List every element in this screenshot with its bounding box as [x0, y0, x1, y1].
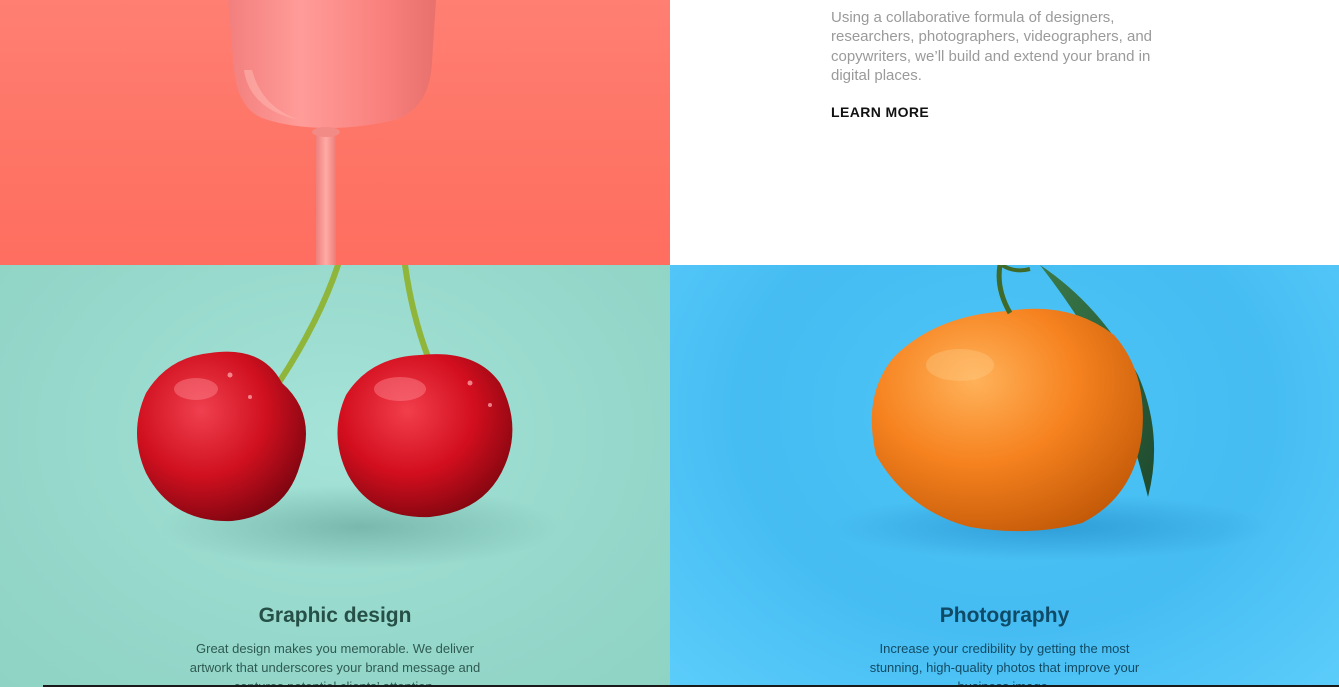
service-description: Increase your credibility by getting the…: [869, 641, 1140, 687]
service-title: Photography: [939, 604, 1070, 627]
intro-paragraph: Using a collaborative formula of designe…: [831, 9, 1153, 84]
service-caption: Graphic design Great design makes you me…: [0, 604, 670, 687]
service-title: Graphic design: [258, 604, 412, 627]
learn-more-link[interactable]: LEARN MORE: [831, 104, 929, 120]
pink-glass-illustration: [228, 0, 436, 265]
service-card-graphic-design[interactable]: Graphic design Great design makes you me…: [0, 265, 670, 687]
service-caption: Photography Increase your credibility by…: [670, 604, 1339, 687]
service-description: Great design makes you memorable. We del…: [189, 641, 481, 687]
service-card-photography[interactable]: Photography Increase your credibility by…: [670, 265, 1339, 687]
pink-glass-image: [0, 0, 670, 265]
intro-section: Using a collaborative formula of designe…: [670, 0, 1339, 265]
